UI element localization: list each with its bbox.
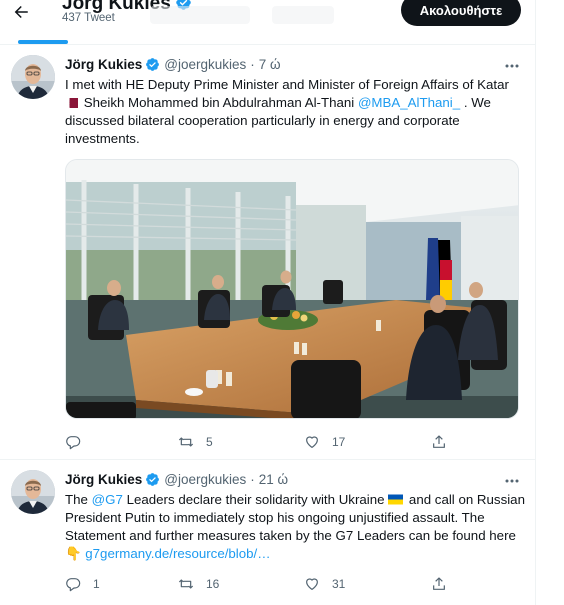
ukraine-flag-icon [388, 494, 404, 505]
tweet-actions: 1 16 31 [65, 574, 495, 594]
tweet[interactable]: Jörg Kukies @joergkukies · 7 ώ I met wit… [0, 45, 535, 459]
tweet-header: Jörg Kukies @joergkukies · 21 ώ [65, 472, 288, 487]
share-button[interactable] [431, 432, 447, 452]
verified-badge-icon [146, 58, 160, 71]
mention-link[interactable]: @G7 [92, 492, 123, 507]
separator-dot: · [250, 57, 255, 72]
tweet-text: The @G7 Leaders declare their solidarity… [65, 491, 525, 563]
tweet-actions: 5 17 [65, 432, 495, 452]
reply-icon [66, 436, 81, 450]
share-button[interactable] [431, 574, 447, 594]
tweet-count: 437 Tweet [62, 12, 115, 24]
qatar-flag-icon [65, 98, 78, 108]
retweet-icon [178, 437, 194, 447]
timeline-column: Jörg Kukies 437 Tweet Ακολουθήστε Jörg K… [0, 0, 536, 605]
arrow-left-icon [14, 6, 28, 18]
author-name[interactable]: Jörg Kukies [65, 472, 142, 487]
author-name[interactable]: Jörg Kukies [65, 57, 142, 72]
retweet-button[interactable]: 16 [178, 574, 219, 594]
follow-button[interactable]: Ακολουθήστε [401, 0, 521, 26]
retweet-count: 16 [206, 577, 220, 591]
like-button[interactable]: 17 [304, 432, 345, 452]
avatar-portrait [11, 55, 55, 99]
timestamp[interactable]: 7 ώ [259, 57, 281, 72]
reply-icon [66, 578, 81, 592]
more-options-button[interactable] [502, 474, 522, 488]
like-count: 31 [332, 577, 346, 591]
faded-tab-placeholder [272, 6, 334, 24]
avatar-portrait [11, 470, 55, 514]
avatar[interactable] [11, 470, 55, 514]
tweet-photo[interactable] [65, 159, 519, 419]
faded-tab-placeholder [150, 6, 250, 24]
more-horizontal-icon [505, 479, 519, 483]
author-handle[interactable]: @joergkukies [164, 472, 246, 487]
reply-button[interactable] [65, 432, 93, 452]
share-icon [433, 577, 445, 590]
timestamp[interactable]: 21 ώ [259, 472, 288, 487]
meeting-room-photo [66, 160, 518, 418]
tweet-text-part: Sheikh Mohammed bin Abdulrahman Al-Thani [83, 95, 355, 110]
mention-link[interactable]: @MBA_AlThani_ [358, 95, 460, 110]
profile-header: Jörg Kukies 437 Tweet Ακολουθήστε [0, 0, 535, 44]
pointing-down-emoji: 👇 [65, 546, 82, 561]
author-handle[interactable]: @joergkukies [164, 57, 246, 72]
tweet-header: Jörg Kukies @joergkukies · 7 ώ [65, 57, 281, 72]
tweet-text-part: The [65, 492, 88, 507]
retweet-button[interactable]: 5 [178, 432, 213, 452]
retweet-icon [178, 579, 194, 589]
tweet-text: I met with HE Deputy Prime Minister and … [65, 76, 525, 148]
avatar[interactable] [11, 55, 55, 99]
separator-dot: · [250, 472, 255, 487]
more-horizontal-icon [505, 64, 519, 68]
sidebar-gutter [537, 0, 564, 605]
like-button[interactable]: 31 [304, 574, 345, 594]
reply-count: 1 [93, 577, 100, 591]
back-button[interactable] [8, 0, 34, 24]
like-count: 17 [332, 435, 346, 449]
verified-badge-icon [146, 473, 160, 486]
heart-icon [306, 578, 318, 590]
external-link[interactable]: g7germany.de/resource/blob/… [85, 546, 270, 561]
reply-button[interactable]: 1 [65, 574, 100, 594]
heart-icon [306, 436, 318, 448]
retweet-count: 5 [206, 435, 213, 449]
tweet[interactable]: Jörg Kukies @joergkukies · 21 ώ The @G7 … [0, 460, 535, 605]
more-options-button[interactable] [502, 59, 522, 73]
tweet-text-part: I met with HE Deputy Prime Minister and … [65, 77, 509, 92]
tweet-text-part: Leaders declare their solidarity with Uk… [126, 492, 385, 507]
share-icon [433, 435, 445, 448]
